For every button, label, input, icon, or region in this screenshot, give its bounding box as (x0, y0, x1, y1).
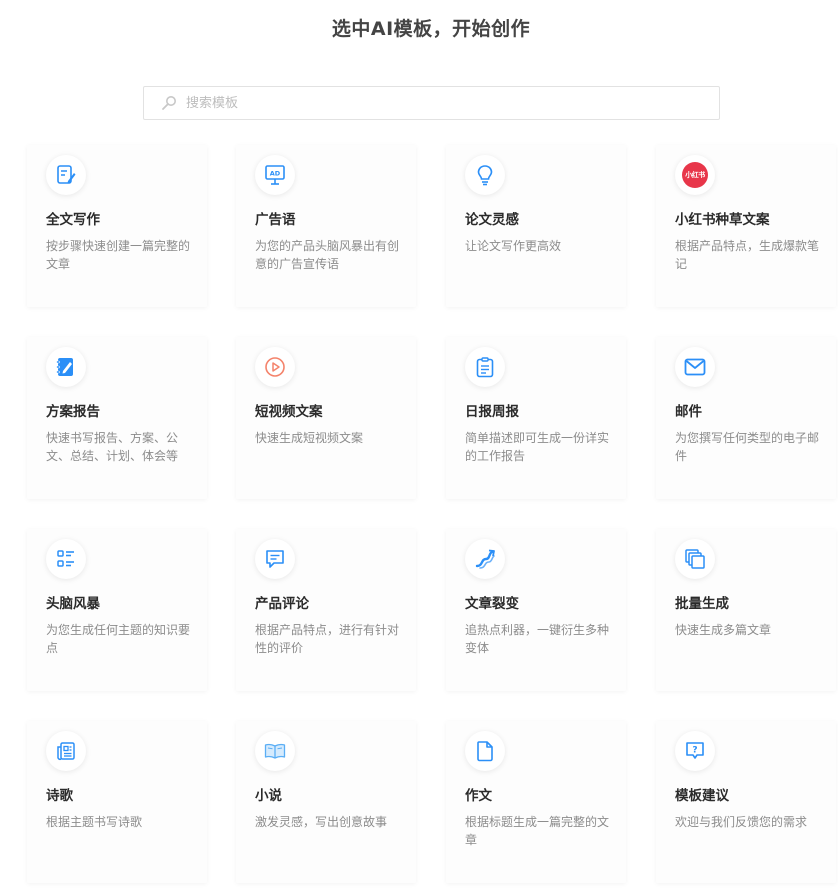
template-grid: 全文写作 按步骤快速创建一篇完整的文章 AD 广告语 为您的产品头脑风暴出有创意… (0, 0, 838, 889)
card-description: 按步骤快速创建一篇完整的文章 (46, 239, 191, 271)
xiaohongshu-logo-icon: 小红书 (675, 155, 715, 195)
card-description: 为您撰写任何类型的电子邮件 (675, 431, 820, 463)
template-card-poetry[interactable]: 诗歌 根据主题书写诗歌 (27, 721, 207, 883)
file-icon (465, 731, 505, 771)
card-title: 作文 (465, 788, 492, 804)
card-title: 方案报告 (46, 404, 100, 420)
template-card-slogan[interactable]: AD 广告语 为您的产品头脑风暴出有创意的广告宣传语 (236, 145, 416, 307)
video-play-icon (255, 347, 295, 387)
card-title: 论文灵感 (465, 212, 519, 228)
open-book-icon (255, 731, 295, 771)
card-description: 激发灵感，写出创意故事 (255, 815, 388, 829)
template-card-proposal-report[interactable]: 方案报告 快速书写报告、方案、公文、总结、计划、体会等 (27, 337, 207, 499)
template-card-product-review[interactable]: 产品评论 根据产品特点，进行有针对性的评价 (236, 529, 416, 691)
card-title: 小说 (255, 788, 282, 804)
template-card-template-suggestion[interactable]: ? 模板建议 欢迎与我们反馈您的需求 (656, 721, 836, 883)
card-title: 短视频文案 (255, 404, 323, 420)
card-title: 诗歌 (46, 788, 73, 804)
xiaohongshu-logo-text: 小红书 (685, 171, 705, 179)
stacked-pages-icon (675, 539, 715, 579)
template-card-full-article[interactable]: 全文写作 按步骤快速创建一篇完整的文章 (27, 145, 207, 307)
template-card-batch-generate[interactable]: 批量生成 快速生成多篇文章 (656, 529, 836, 691)
card-title: 头脑风暴 (46, 596, 100, 612)
template-card-thesis-inspiration[interactable]: 论文灵感 让论文写作更高效 (446, 145, 626, 307)
card-description: 为您生成任何主题的知识要点 (46, 623, 191, 655)
template-card-daily-weekly-report[interactable]: 日报周报 简单描述即可生成一份详实的工作报告 (446, 337, 626, 499)
card-description: 追热点利器，一键衍生多种变体 (465, 623, 610, 655)
card-description: 让论文写作更高效 (465, 239, 562, 253)
card-title: 邮件 (675, 404, 702, 420)
question-chat-icon: ? (675, 731, 715, 771)
card-description: 欢迎与我们反馈您的需求 (675, 815, 808, 829)
card-title: 批量生成 (675, 596, 729, 612)
svg-text:AD: AD (270, 170, 281, 178)
template-card-article-fission[interactable]: 文章裂变 追热点利器，一键衍生多种变体 (446, 529, 626, 691)
list-icon (46, 539, 86, 579)
card-title: 日报周报 (465, 404, 519, 420)
newspaper-icon (46, 731, 86, 771)
template-card-novel[interactable]: 小说 激发灵感，写出创意故事 (236, 721, 416, 883)
edit-document-icon (46, 155, 86, 195)
template-card-xiaohongshu[interactable]: 小红书 小红书种草文案 根据产品特点，生成爆款笔记 (656, 145, 836, 307)
card-title: 小红书种草文案 (675, 212, 770, 228)
card-description: 为您的产品头脑风暴出有创意的广告宣传语 (255, 239, 400, 271)
card-description: 简单描述即可生成一份详实的工作报告 (465, 431, 610, 463)
lightbulb-icon (465, 155, 505, 195)
split-arrow-icon (465, 539, 505, 579)
card-title: 广告语 (255, 212, 296, 228)
card-description: 根据主题书写诗歌 (46, 815, 143, 829)
mail-icon (675, 347, 715, 387)
card-description: 根据标题生成一篇完整的文章 (465, 815, 610, 847)
card-title: 模板建议 (675, 788, 729, 804)
template-card-composition[interactable]: 作文 根据标题生成一篇完整的文章 (446, 721, 626, 883)
card-description: 快速生成短视频文案 (255, 431, 364, 445)
template-card-short-video[interactable]: 短视频文案 快速生成短视频文案 (236, 337, 416, 499)
card-title: 文章裂变 (465, 596, 519, 612)
chat-bubble-icon (255, 539, 295, 579)
notebook-pen-icon (46, 347, 86, 387)
card-description: 快速生成多篇文章 (675, 623, 772, 637)
card-title: 产品评论 (255, 596, 309, 612)
svg-text:?: ? (692, 746, 697, 756)
template-card-brainstorm[interactable]: 头脑风暴 为您生成任何主题的知识要点 (27, 529, 207, 691)
card-description: 快速书写报告、方案、公文、总结、计划、体会等 (46, 431, 179, 463)
clipboard-icon (465, 347, 505, 387)
ad-board-icon: AD (255, 155, 295, 195)
template-card-email[interactable]: 邮件 为您撰写任何类型的电子邮件 (656, 337, 836, 499)
card-description: 根据产品特点，生成爆款笔记 (675, 239, 820, 271)
card-title: 全文写作 (46, 212, 100, 228)
card-description: 根据产品特点，进行有针对性的评价 (255, 623, 400, 655)
